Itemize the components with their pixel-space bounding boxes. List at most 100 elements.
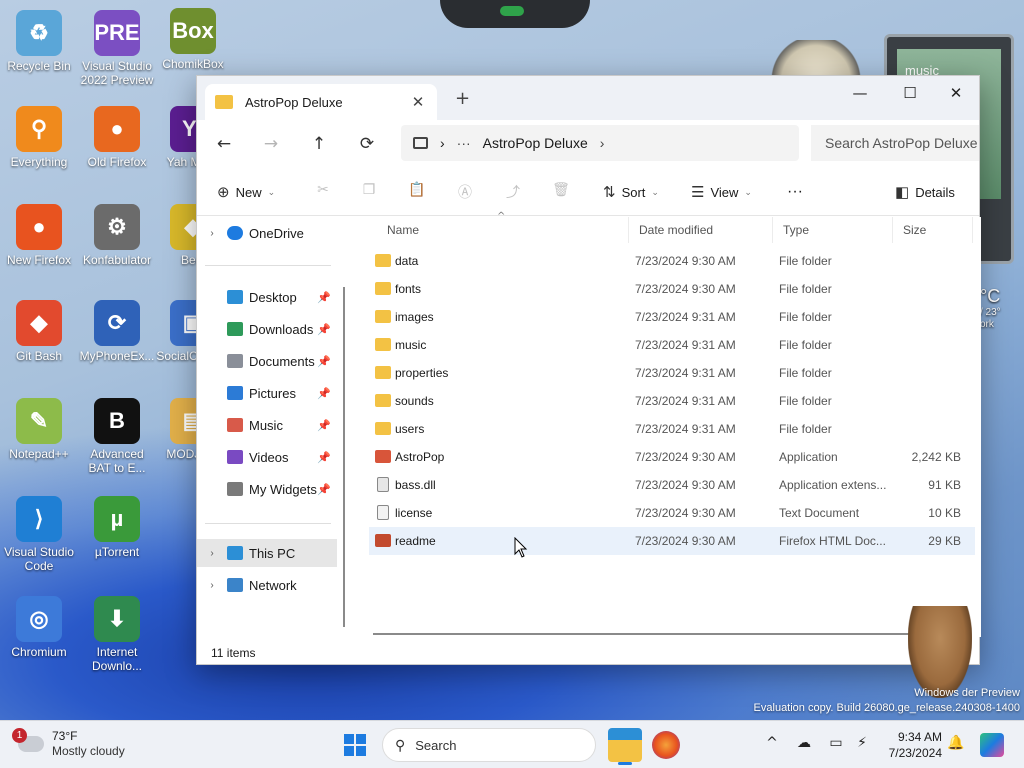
desktop-icon[interactable]: µ µTorrent (78, 496, 156, 559)
desktop-icon[interactable]: ● Old Firefox (78, 106, 156, 169)
pin-icon[interactable]: 📌 (317, 355, 331, 368)
new-tab-button[interactable]: + (455, 88, 470, 109)
desktop-icon[interactable]: PRE Visual Studio 2022 Preview (78, 10, 156, 87)
rename-icon[interactable]: Ⓐ (455, 182, 475, 202)
pin-icon[interactable]: 📌 (317, 323, 331, 336)
copilot-icon[interactable] (980, 733, 1004, 757)
copy-icon[interactable]: ❐ (359, 182, 379, 202)
notification-bell-icon[interactable]: 🔔 (946, 735, 966, 755)
desktop-icon[interactable]: ⬇ Internet Downlo... (78, 596, 156, 673)
address-bar[interactable]: › ··· AstroPop Deluxe › (401, 125, 799, 161)
file-explorer-taskbar-icon[interactable] (608, 728, 642, 765)
desktop-icon[interactable]: Box ChomikBox (154, 8, 232, 71)
tab-close-icon[interactable]: ✕ (407, 93, 429, 111)
taskbar-clock[interactable]: 9:34 AM 7/23/2024 (880, 729, 942, 761)
clock-widget[interactable] (768, 40, 864, 80)
nav-item-network[interactable]: › Network (197, 571, 337, 599)
desktop-icon[interactable]: ✎ Notepad++ (0, 398, 78, 461)
column-header-name[interactable]: Name (377, 217, 629, 243)
file-type: File folder (779, 282, 832, 296)
table-row[interactable]: properties 7/23/2024 9:31 AM File folder (369, 359, 975, 387)
pin-icon[interactable]: 📌 (317, 387, 331, 400)
pin-icon[interactable]: 📌 (317, 451, 331, 464)
up-button[interactable]: ↑ (305, 130, 333, 158)
desktop-icon[interactable]: ⚲ Everything (0, 106, 78, 169)
file-date: 7/23/2024 9:30 AM (635, 282, 736, 296)
table-row[interactable]: bass.dll 7/23/2024 9:30 AM Application ext… (369, 471, 975, 499)
taskbar-search[interactable]: ⚲ Search (382, 728, 596, 762)
delete-icon[interactable]: 🗑 (551, 182, 571, 202)
nav-item-videos[interactable]: Videos 📌 (197, 443, 337, 471)
desktop-icon[interactable]: ◆ Git Bash (0, 300, 78, 363)
desktop-icon[interactable]: ⟳ MyPhoneEx... (78, 300, 156, 363)
table-row[interactable]: AstroPop 7/23/2024 9:30 AM Application 2,24… (369, 443, 975, 471)
desktop-icon[interactable]: B Advanced BAT to E... (78, 398, 156, 475)
address-current-folder[interactable]: AstroPop Deluxe (483, 135, 588, 151)
nav-item-documents[interactable]: Documents 📌 (197, 347, 337, 375)
firefox-taskbar-icon[interactable] (652, 731, 680, 759)
desktop-icon[interactable]: ⚙ Konfabulator (78, 204, 156, 267)
details-button[interactable]: ◧ Details (895, 180, 955, 204)
horizontal-scrollbar[interactable] (373, 633, 965, 635)
title-bar[interactable]: AstroPop Deluxe ✕ + — ☐ ✕ (197, 76, 979, 120)
new-button[interactable]: ⊕ New ⌄ (217, 180, 275, 204)
nav-item-onedrive[interactable]: › OneDrive (197, 219, 337, 247)
table-row[interactable]: fonts 7/23/2024 9:30 AM File folder (369, 275, 975, 303)
close-button[interactable]: ✕ (933, 80, 979, 106)
address-chevron-icon[interactable]: › (440, 135, 445, 151)
more-options-button[interactable]: ··· (787, 180, 803, 204)
address-trailing-chevron-icon[interactable]: › (600, 135, 605, 151)
table-row[interactable]: images 7/23/2024 9:31 AM File folder (369, 303, 975, 331)
address-more-button[interactable]: ··· (457, 135, 471, 151)
minimize-button[interactable]: — (837, 80, 883, 106)
table-row[interactable]: license 7/23/2024 9:30 AM Text Document 10 … (369, 499, 975, 527)
nav-item-pictures[interactable]: Pictures 📌 (197, 379, 337, 407)
table-row[interactable]: data 7/23/2024 9:30 AM File folder (369, 247, 975, 275)
maximize-button[interactable]: ☐ (887, 80, 933, 106)
table-row[interactable]: readme 7/23/2024 9:30 AM Firefox HTML Doc.… (369, 527, 975, 555)
pin-icon[interactable]: 📌 (317, 419, 331, 432)
clock-date: 7/23/2024 (888, 746, 942, 760)
forward-button[interactable]: → (257, 130, 285, 158)
network-off-icon[interactable]: ☁ (794, 735, 814, 755)
search-input[interactable]: Search AstroPop Deluxe (811, 125, 979, 161)
view-button[interactable]: ☰ View ⌄ (691, 180, 752, 204)
app-icon: Box (170, 8, 216, 54)
back-button[interactable]: ← (210, 130, 238, 158)
weather-widget[interactable]: °C / 23° ork (980, 286, 1024, 346)
desktop-icon[interactable]: ⟩ Visual Studio Code (0, 496, 78, 573)
nav-item-my-widgets[interactable]: My Widgets 📌 (197, 475, 337, 503)
tab-astropop[interactable]: AstroPop Deluxe ✕ (205, 84, 437, 120)
pin-icon[interactable]: 📌 (317, 483, 331, 496)
table-row[interactable]: sounds 7/23/2024 9:31 AM File folder (369, 387, 975, 415)
sort-button[interactable]: ⇅ Sort ⌄ (603, 180, 659, 204)
my-widgets-icon (227, 482, 243, 496)
chevron-up-icon[interactable]: ^ (762, 735, 782, 755)
paste-icon[interactable]: 📋 (407, 182, 427, 202)
column-header-date[interactable]: Date modified (629, 217, 773, 243)
expand-chevron-icon[interactable]: › (197, 580, 227, 591)
column-header-type[interactable]: Type (773, 217, 893, 243)
cut-icon[interactable]: ✂ (313, 182, 333, 202)
nav-item-this-pc[interactable]: › This PC (197, 539, 337, 567)
expand-chevron-icon[interactable]: › (197, 228, 227, 239)
expand-chevron-icon[interactable]: › (197, 548, 227, 559)
start-button[interactable] (344, 734, 366, 756)
desktop-icon[interactable]: ◎ Chromium (0, 596, 78, 659)
desktop-icon[interactable]: ● New Firefox (0, 204, 78, 267)
display-icon[interactable]: ▭ (826, 735, 846, 755)
pin-icon[interactable]: 📌 (317, 291, 331, 304)
file-date: 7/23/2024 9:31 AM (635, 394, 736, 408)
taskbar-weather[interactable]: 1 73°F Mostly cloudy (12, 728, 125, 759)
battery-icon[interactable]: ⚡ (852, 735, 872, 755)
column-header-size[interactable]: Size (893, 217, 973, 243)
desktop-icon[interactable]: ♻ Recycle Bin (0, 10, 78, 73)
table-row[interactable]: users 7/23/2024 9:31 AM File folder (369, 415, 975, 443)
nav-item-downloads[interactable]: Downloads 📌 (197, 315, 337, 343)
refresh-button[interactable]: ⟳ (353, 130, 381, 158)
share-icon[interactable]: ⤴ (503, 182, 523, 202)
nav-item-desktop[interactable]: Desktop 📌 (197, 283, 337, 311)
nav-scrollbar[interactable] (343, 287, 345, 627)
table-row[interactable]: music 7/23/2024 9:31 AM File folder (369, 331, 975, 359)
nav-item-music[interactable]: Music 📌 (197, 411, 337, 439)
